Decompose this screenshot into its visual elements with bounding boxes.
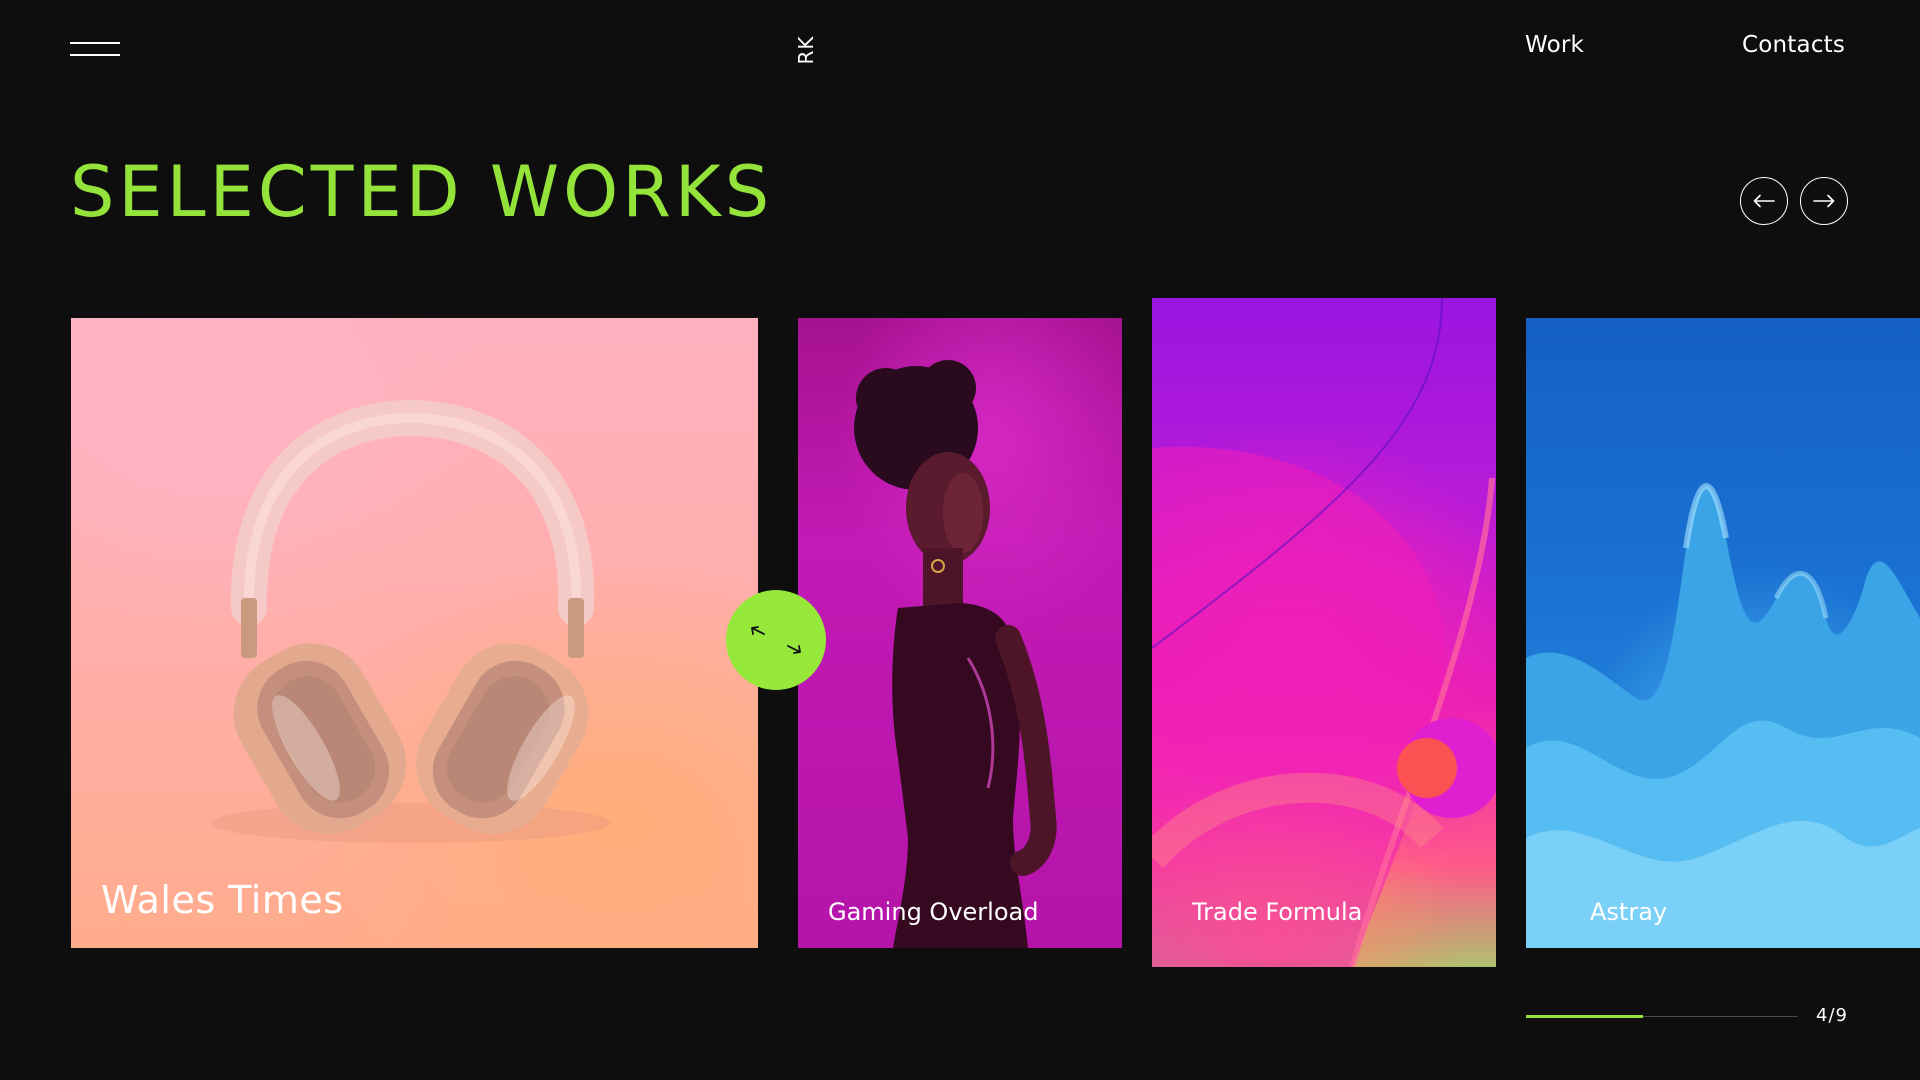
- slide-counter: 4/9: [1816, 1005, 1848, 1026]
- card-title: Gaming Overload: [828, 898, 1039, 926]
- hamburger-icon[interactable]: [70, 40, 120, 58]
- work-card-gaming-overload[interactable]: Gaming Overload: [798, 318, 1122, 948]
- page: RK Work Contacts SELECTED WORKS Wales Ti…: [0, 0, 1920, 1080]
- slider-progress-fill: [1526, 1015, 1643, 1018]
- arrow-left-icon: [1753, 194, 1775, 208]
- abstract-gradient-image: [1152, 298, 1496, 967]
- headphones-image: [211, 399, 611, 843]
- work-card-wales-times[interactable]: Wales Times: [71, 318, 758, 948]
- card-title: Astray: [1590, 898, 1668, 926]
- logo[interactable]: RK: [794, 35, 818, 64]
- slider-progress-track: [1526, 1015, 1798, 1018]
- drag-cursor-icon[interactable]: [726, 590, 826, 690]
- prev-button[interactable]: [1740, 177, 1788, 225]
- nav-contacts-link[interactable]: Contacts: [1742, 32, 1845, 58]
- work-card-trade-formula[interactable]: Trade Formula: [1152, 298, 1496, 967]
- expand-arrows-icon: [751, 626, 801, 654]
- menu-line: [70, 54, 120, 56]
- card-title: Wales Times: [101, 878, 344, 922]
- card-title: Trade Formula: [1192, 898, 1363, 926]
- portrait-image: [854, 360, 1057, 948]
- next-button[interactable]: [1800, 177, 1848, 225]
- menu-line: [70, 42, 120, 44]
- arrow-right-icon: [1813, 194, 1835, 208]
- page-title: SELECTED WORKS: [70, 151, 774, 233]
- nav-work-link[interactable]: Work: [1525, 32, 1584, 58]
- blue-waves-image: [1526, 483, 1920, 948]
- work-card-astray[interactable]: Astray: [1526, 318, 1920, 948]
